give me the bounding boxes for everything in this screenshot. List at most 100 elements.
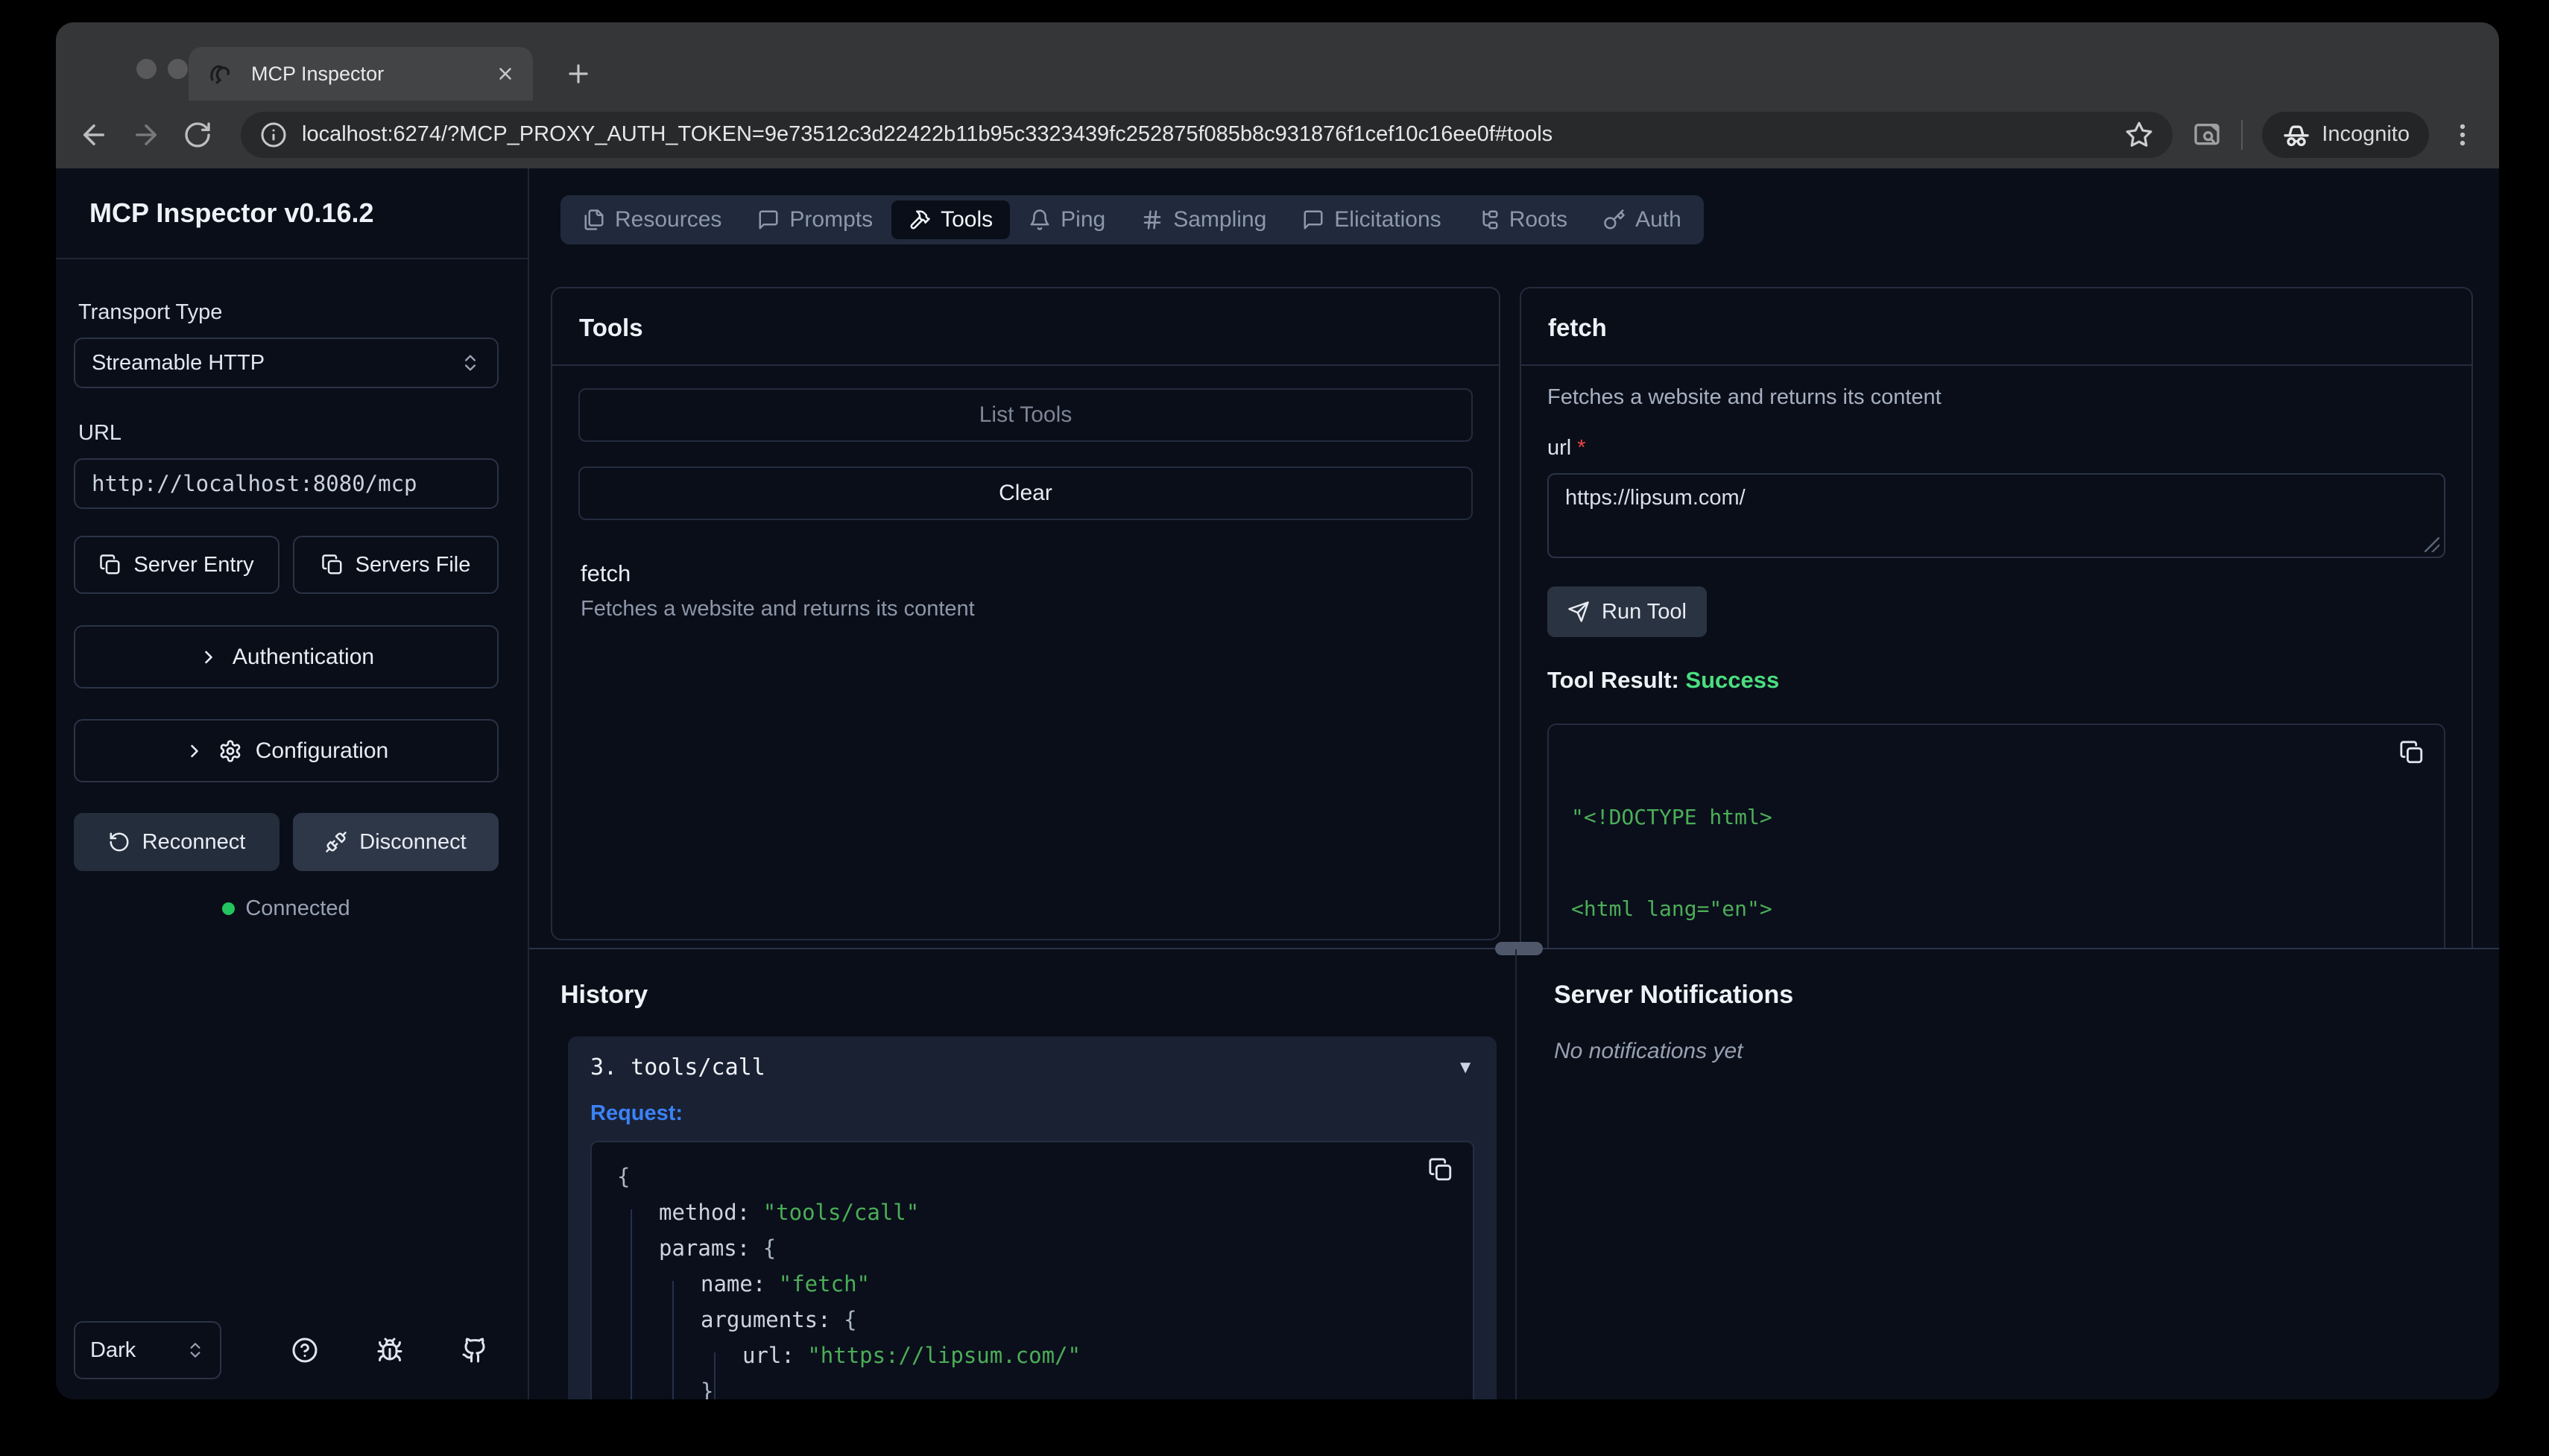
transport-type-select[interactable]: Streamable HTTP xyxy=(74,338,499,388)
tab-auth[interactable]: Auth xyxy=(1586,200,1699,239)
site-info-icon[interactable] xyxy=(260,121,287,148)
request-label: Request: xyxy=(590,1101,1474,1126)
reload-button-icon[interactable] xyxy=(183,120,212,150)
result-status-badge: Success xyxy=(1685,667,1779,693)
chevrons-up-down-icon xyxy=(460,352,481,373)
incognito-spy-icon xyxy=(2281,120,2311,150)
history-entry-header[interactable]: 3. tools/call ▼ xyxy=(590,1054,1474,1080)
mcp-logo-icon xyxy=(206,60,235,88)
help-icon[interactable] xyxy=(291,1337,318,1364)
theme-select[interactable]: Dark xyxy=(74,1321,221,1379)
indent-guide xyxy=(631,1209,632,1399)
resize-handle-icon[interactable] xyxy=(2425,537,2439,552)
tab-label: Prompts xyxy=(789,207,873,232)
required-marker: * xyxy=(1577,436,1585,460)
json-line: arguments: { xyxy=(617,1302,1447,1338)
tool-detail-description: Fetches a website and returns its conten… xyxy=(1547,385,2445,410)
connection-status: Connected xyxy=(74,896,499,921)
configuration-label: Configuration xyxy=(256,738,388,764)
tab-prompts[interactable]: Prompts xyxy=(740,200,890,239)
history-title: History xyxy=(560,981,1515,1010)
github-icon[interactable] xyxy=(461,1337,488,1364)
tab-label: Resources xyxy=(615,207,721,232)
history-panel: History 3. tools/call ▼ Request: xyxy=(529,949,1517,1399)
server-entry-button[interactable]: Server Entry xyxy=(74,536,279,594)
transport-type-value: Streamable HTTP xyxy=(92,351,460,376)
main-content: Resources Prompts Tools Ping Sampling xyxy=(529,168,2499,1399)
indent-guide xyxy=(714,1352,716,1399)
hash-icon xyxy=(1141,209,1163,231)
copy-result-icon[interactable] xyxy=(2399,740,2425,765)
tool-result-heading: Tool Result: Success xyxy=(1547,667,2445,694)
message-square-icon xyxy=(757,209,780,231)
json-line: params: { xyxy=(617,1230,1447,1266)
indent-guide xyxy=(672,1281,674,1399)
tool-list-item[interactable]: fetch Fetches a website and returns its … xyxy=(578,560,1473,621)
request-json-box: { method: "tools/call" params: { name: "… xyxy=(590,1141,1474,1399)
traffic-light-minimize[interactable] xyxy=(168,59,188,79)
tab-roots[interactable]: Roots xyxy=(1460,200,1585,239)
server-entry-label: Server Entry xyxy=(133,553,253,577)
tab-title: MCP Inspector xyxy=(251,63,496,86)
tab-tools[interactable]: Tools xyxy=(891,200,1010,239)
reconnect-button[interactable]: Reconnect xyxy=(74,813,279,871)
tab-close-icon[interactable] xyxy=(496,64,515,83)
collapse-chevron-icon[interactable]: ▼ xyxy=(1456,1057,1474,1078)
tool-detail-title: fetch xyxy=(1521,288,2471,366)
servers-file-label: Servers File xyxy=(356,553,471,577)
key-icon xyxy=(1603,209,1626,231)
browser-tab[interactable]: MCP Inspector xyxy=(189,47,533,101)
status-text: Connected xyxy=(245,896,350,921)
clear-tools-button[interactable]: Clear xyxy=(578,466,1473,520)
toolbar-divider xyxy=(2241,120,2243,150)
list-tools-button[interactable]: List Tools xyxy=(578,388,1473,442)
top-panels: Tools List Tools Clear fetch Fetches a w… xyxy=(529,287,2499,948)
theme-value: Dark xyxy=(90,1338,186,1363)
copy-request-icon[interactable] xyxy=(1428,1157,1453,1183)
chevrons-up-down-icon xyxy=(186,1341,205,1360)
tab-label: Elicitations xyxy=(1334,207,1441,232)
tool-description: Fetches a website and returns its conten… xyxy=(581,597,1473,621)
server-notifications-title: Server Notifications xyxy=(1554,981,2499,1010)
address-bar[interactable]: localhost:6274/?MCP_PROXY_AUTH_TOKEN=9e7… xyxy=(241,112,2173,158)
result-code: "<!DOCTYPE html> <html lang="en"> <head>… xyxy=(1571,741,2422,948)
tab-resources[interactable]: Resources xyxy=(566,200,739,239)
feature-tabs: Resources Prompts Tools Ping Sampling xyxy=(560,195,1704,244)
tool-name: fetch xyxy=(581,560,1473,587)
tab-ping[interactable]: Ping xyxy=(1011,200,1122,239)
url-param-textarea[interactable]: https://lipsum.com/ xyxy=(1547,473,2445,558)
tab-label: Auth xyxy=(1635,207,1681,232)
chevron-right-icon xyxy=(184,741,205,762)
bookmark-star-icon[interactable] xyxy=(2125,121,2153,149)
tab-sampling[interactable]: Sampling xyxy=(1124,200,1283,239)
tab-elicitations[interactable]: Elicitations xyxy=(1285,200,1458,239)
url-label: URL xyxy=(78,421,499,446)
run-tool-button[interactable]: Run Tool xyxy=(1547,586,1707,637)
new-tab-button[interactable] xyxy=(564,60,593,88)
param-label: url* xyxy=(1547,436,2445,460)
browser-menu-icon[interactable] xyxy=(2448,121,2477,149)
folder-tree-icon xyxy=(1477,209,1500,231)
traffic-light-close[interactable] xyxy=(136,59,157,79)
disconnect-button[interactable]: Disconnect xyxy=(293,813,499,871)
app-title: MCP Inspector v0.16.2 xyxy=(56,168,528,259)
back-button-icon[interactable] xyxy=(78,119,110,151)
json-line: name: "fetch" xyxy=(617,1266,1447,1302)
hammer-icon xyxy=(909,209,931,231)
disconnect-label: Disconnect xyxy=(359,830,466,855)
bug-icon[interactable] xyxy=(376,1337,403,1364)
incognito-badge: Incognito xyxy=(2262,112,2429,158)
forward-button-icon[interactable] xyxy=(130,119,162,151)
mcp-inspector-app: MCP Inspector v0.16.2 Transport Type Str… xyxy=(56,168,2499,1399)
tab-label: Sampling xyxy=(1173,207,1266,232)
server-url-input[interactable]: http://localhost:8080/mcp xyxy=(74,458,499,509)
authentication-expander[interactable]: Authentication xyxy=(74,625,499,689)
tab-search-icon[interactable] xyxy=(2192,120,2222,150)
bottom-panels: History 3. tools/call ▼ Request: xyxy=(529,949,2499,1399)
status-dot-icon xyxy=(222,902,235,915)
tool-result-output: "<!DOCTYPE html> <html lang="en"> <head>… xyxy=(1547,724,2445,948)
configuration-expander[interactable]: Configuration xyxy=(74,719,499,782)
servers-file-button[interactable]: Servers File xyxy=(293,536,499,594)
json-line: { xyxy=(617,1159,1447,1194)
send-icon xyxy=(1567,601,1590,623)
